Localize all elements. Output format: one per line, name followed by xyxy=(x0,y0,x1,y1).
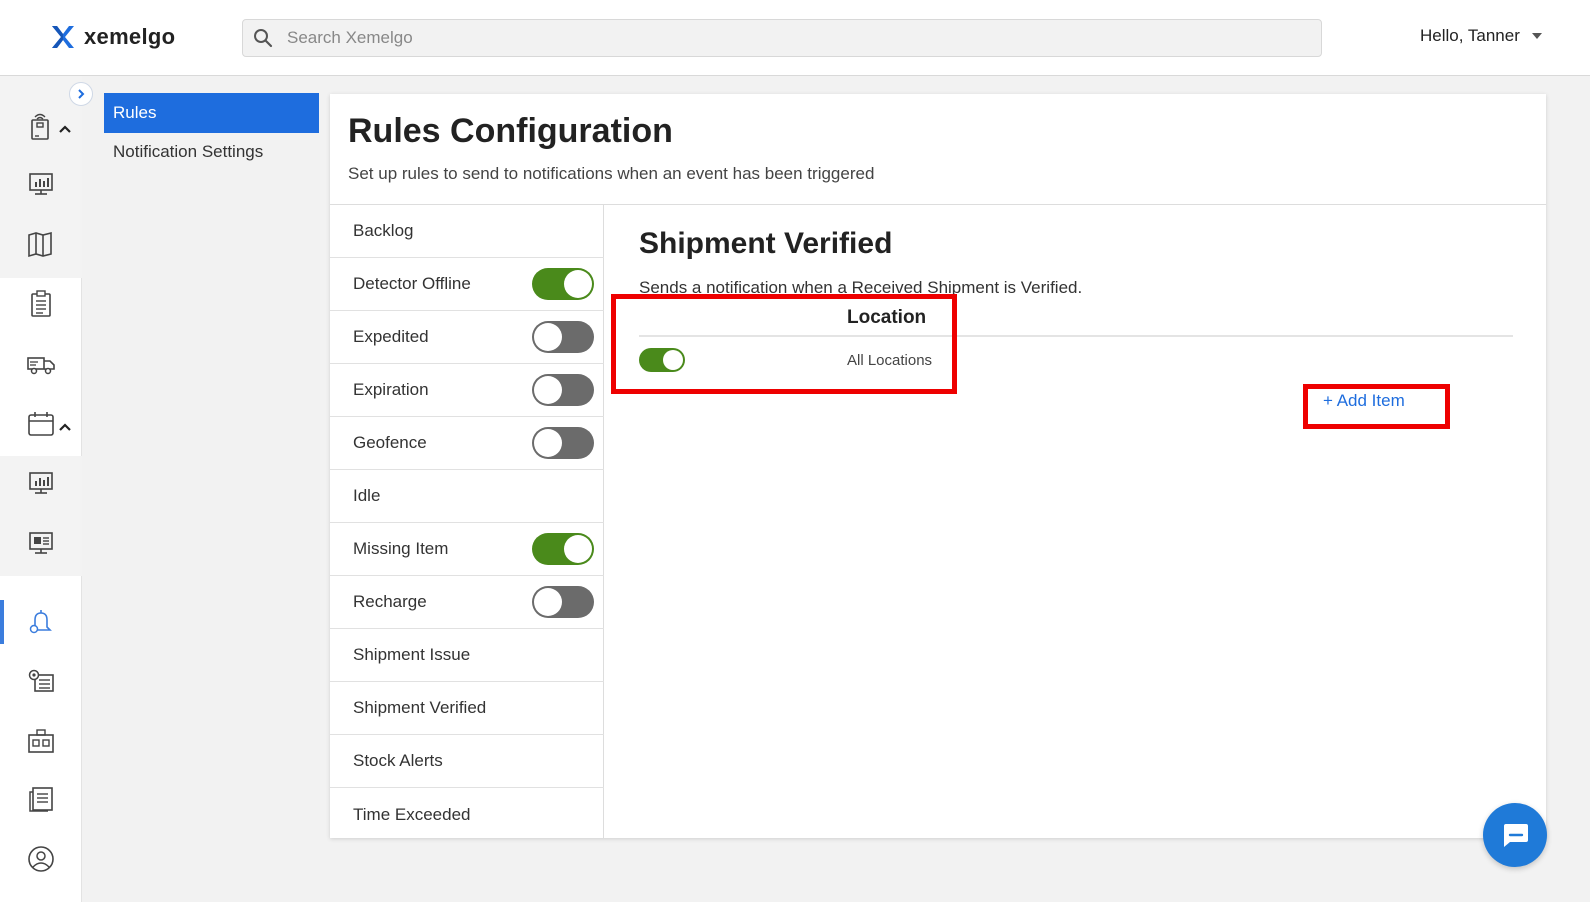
rule-item-expedited[interactable]: Expedited xyxy=(330,311,604,364)
rule-label: Recharge xyxy=(353,592,427,611)
rfid-tag-icon[interactable] xyxy=(26,111,56,141)
rule-label: Expiration xyxy=(353,380,429,399)
chat-launcher-button[interactable] xyxy=(1483,803,1547,867)
rule-label: Backlog xyxy=(353,221,414,240)
caret-down-icon xyxy=(1531,33,1542,39)
settings-submenu: Rules Notification Settings xyxy=(82,76,327,902)
rule-toggle[interactable] xyxy=(532,586,594,618)
location-rule-toggle[interactable] xyxy=(639,348,685,372)
icon-sidebar xyxy=(0,76,82,902)
document-list-icon[interactable] xyxy=(26,784,56,814)
rule-toggle[interactable] xyxy=(532,374,594,406)
chevron-up-icon[interactable] xyxy=(58,422,72,432)
rule-item-shipment-issue[interactable]: Shipment Issue xyxy=(330,629,604,682)
sidebar-expand-button[interactable] xyxy=(69,82,93,106)
rule-item-stock-alerts[interactable]: Stock Alerts xyxy=(330,735,604,788)
location-column-header: Location xyxy=(847,307,927,328)
page-subtitle: Set up rules to send to notifications wh… xyxy=(348,164,875,183)
user-menu[interactable]: Hello, Tanner xyxy=(1420,26,1542,46)
submenu-item-label: Rules xyxy=(113,103,157,122)
table-header-divider xyxy=(639,335,1513,337)
alert-bell-icon[interactable] xyxy=(26,606,56,636)
rule-detail-title: Shipment Verified xyxy=(639,227,893,260)
rule-label: Shipment Issue xyxy=(353,645,471,664)
rule-label: Time Exceeded xyxy=(353,804,471,824)
rule-detail-description: Sends a notification when a Received Shi… xyxy=(639,278,1083,297)
chat-bubble-icon xyxy=(1504,824,1528,847)
rule-item-expiration[interactable]: Expiration xyxy=(330,364,604,417)
rule-toggle[interactable] xyxy=(532,533,594,565)
rule-label: Idle xyxy=(353,486,381,505)
search-bar[interactable] xyxy=(242,19,1322,57)
rule-item-recharge[interactable]: Recharge xyxy=(330,576,604,629)
inventory-boxes-icon[interactable] xyxy=(26,726,56,756)
rule-label: Shipment Verified xyxy=(353,698,487,717)
location-value: All Locations xyxy=(847,352,933,369)
chevron-right-icon xyxy=(78,89,85,99)
rules-configuration-card: Rules Configuration Set up rules to send… xyxy=(330,94,1546,838)
top-bar: xemelgo Hello, Tanner xyxy=(0,0,1590,76)
rule-label: Missing Item xyxy=(353,539,449,558)
calendar-icon[interactable] xyxy=(26,409,56,439)
rule-label: Detector Offline xyxy=(353,274,471,293)
rule-item-idle[interactable]: Idle xyxy=(330,470,604,523)
settings-list-icon[interactable] xyxy=(26,666,56,696)
rule-item-shipment-verified[interactable]: Shipment Verified xyxy=(330,682,604,735)
rule-item-geofence[interactable]: Geofence xyxy=(330,417,604,470)
rule-toggle[interactable] xyxy=(532,427,594,459)
add-item-button[interactable]: + Add Item xyxy=(1323,391,1405,411)
active-indicator xyxy=(0,600,4,644)
rule-toggle[interactable] xyxy=(532,268,594,300)
dashboard-chart-icon[interactable] xyxy=(26,169,56,199)
rule-toggle[interactable] xyxy=(532,321,594,353)
brand-logo[interactable]: xemelgo xyxy=(50,24,175,50)
rule-item-missing-item[interactable]: Missing Item xyxy=(330,523,604,576)
submenu-item-rules[interactable]: Rules xyxy=(104,93,319,133)
submenu-item-notification-settings[interactable]: Notification Settings xyxy=(104,132,319,172)
submenu-item-label: Notification Settings xyxy=(113,142,264,161)
monitor-report-icon[interactable] xyxy=(26,528,56,558)
user-greeting: Hello, Tanner xyxy=(1420,26,1520,45)
search-input[interactable] xyxy=(287,28,1187,48)
monitor-chart-icon[interactable] xyxy=(26,468,56,498)
brand-name: xemelgo xyxy=(84,24,176,49)
map-icon[interactable] xyxy=(26,229,56,259)
rule-item-detector-offline[interactable]: Detector Offline xyxy=(330,258,604,311)
user-profile-icon[interactable] xyxy=(26,844,56,874)
rule-detail-panel: Shipment Verified Sends a notification w… xyxy=(605,205,1546,838)
xemelgo-logo-icon xyxy=(52,26,74,48)
shipment-truck-icon[interactable] xyxy=(26,349,56,379)
rule-label: Expedited xyxy=(353,327,429,346)
chevron-up-icon[interactable] xyxy=(58,124,72,134)
rules-list: Backlog Detector Offline Expedited Expir… xyxy=(330,205,604,838)
clipboard-list-icon[interactable] xyxy=(26,289,56,319)
rule-label: Stock Alerts xyxy=(353,751,443,770)
page-title: Rules Configuration xyxy=(348,112,673,150)
rule-item-backlog[interactable]: Backlog xyxy=(330,205,604,258)
rule-label: Geofence xyxy=(353,433,427,452)
rule-item-time-exceeded[interactable]: Time Exceeded xyxy=(330,788,604,841)
card-header: Rules Configuration Set up rules to send… xyxy=(330,94,1546,205)
search-icon xyxy=(254,29,273,48)
